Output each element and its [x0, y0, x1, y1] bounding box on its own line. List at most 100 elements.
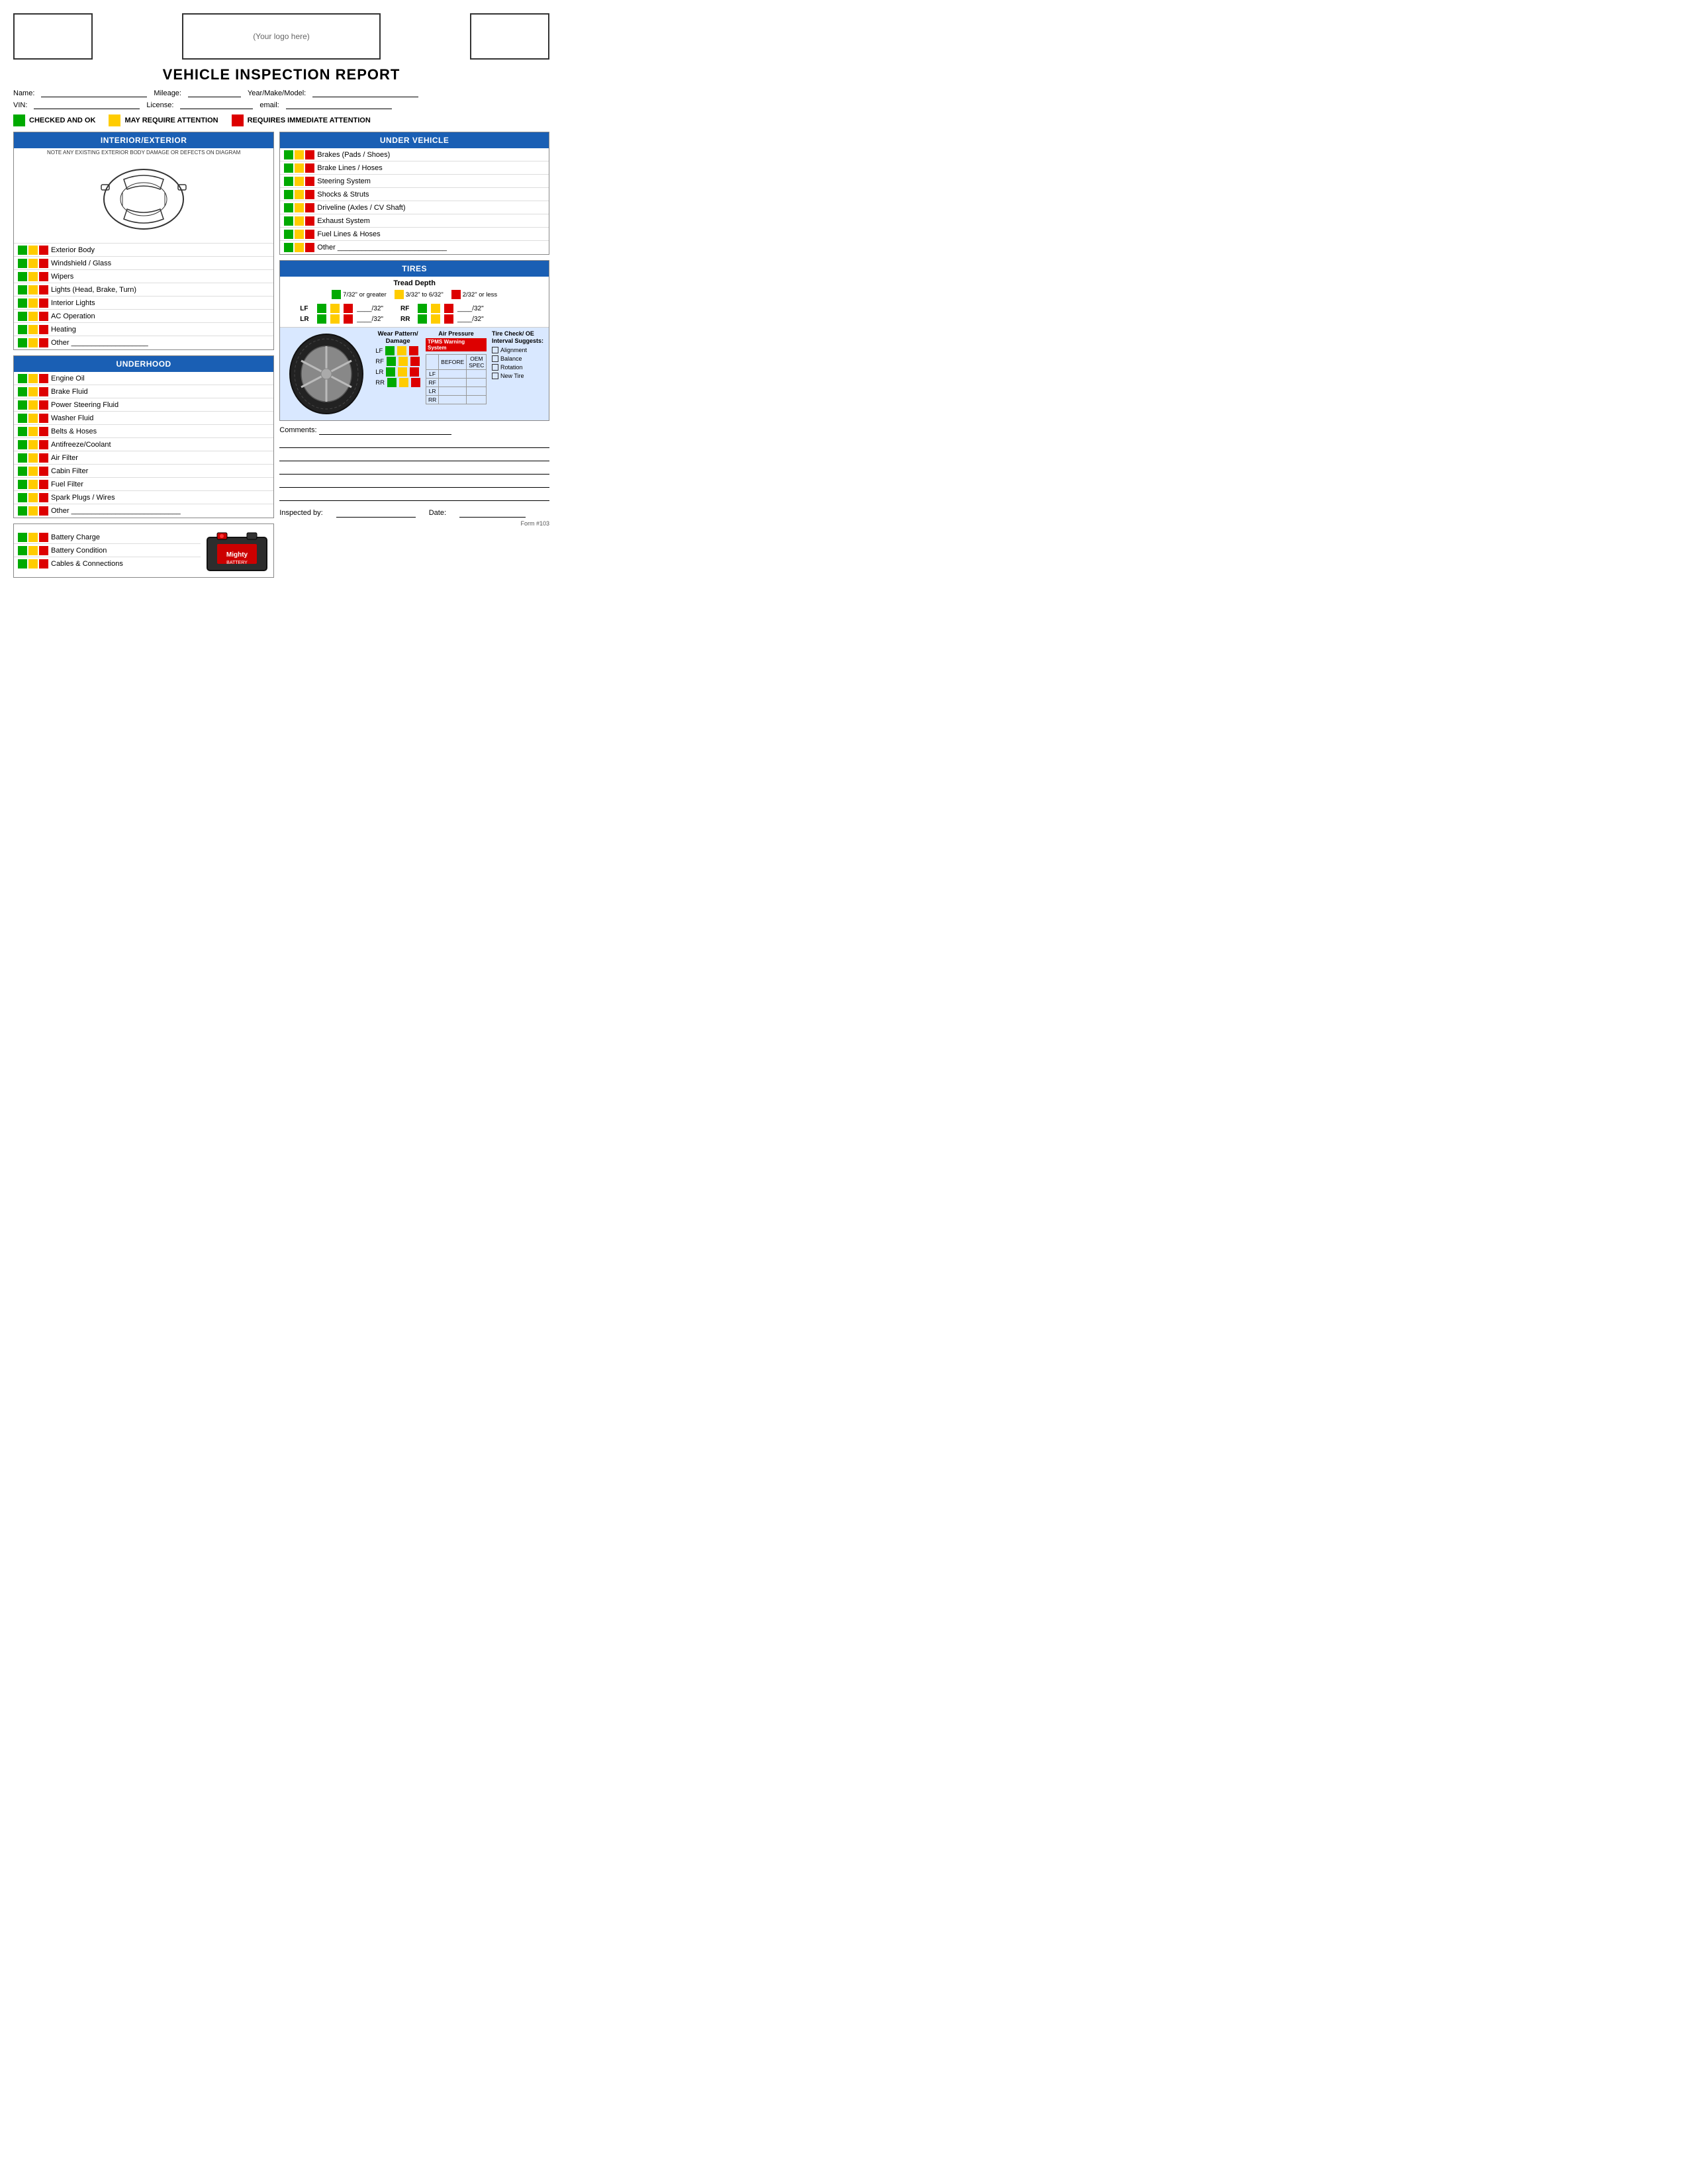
alignment-check: Alignment: [492, 347, 546, 353]
comment-line-5[interactable]: [279, 493, 549, 501]
right-column: UNDER VEHICLE Brakes (Pads / Shoes)Brake…: [279, 132, 549, 578]
rf-yellow[interactable]: [431, 304, 440, 313]
legend-requires-immediate-label: REQUIRES IMMEDIATE ATTENTION: [248, 116, 371, 124]
lr-green[interactable]: [317, 314, 326, 324]
interior-exterior-header: INTERIOR/EXTERIOR: [14, 132, 273, 148]
list-item: Other ___________________: [14, 336, 273, 349]
comment-line-4[interactable]: [279, 480, 549, 488]
wear-lf-green[interactable]: [385, 346, 395, 355]
lf-red[interactable]: [344, 304, 353, 313]
tires-section: TIRES Tread Depth 7/32" or greater 3/32"…: [279, 260, 549, 421]
mileage-field[interactable]: [188, 89, 241, 97]
wear-rf-red[interactable]: [410, 357, 420, 366]
air-lf-oem[interactable]: [467, 370, 487, 379]
wear-lr-red[interactable]: [410, 367, 419, 377]
rf-slash: ____/32": [457, 305, 484, 312]
rf-green[interactable]: [418, 304, 427, 313]
inspected-by-field[interactable]: [336, 509, 416, 518]
battery-checks: Battery ChargeBattery ConditionCables & …: [14, 531, 201, 570]
rr-red[interactable]: [444, 314, 453, 324]
comment-line-1[interactable]: [279, 440, 549, 448]
new-tire-checkbox[interactable]: [492, 373, 498, 379]
battery-section: Battery ChargeBattery ConditionCables & …: [13, 523, 274, 578]
wear-lf-red[interactable]: [409, 346, 418, 355]
balance-check: Balance: [492, 355, 546, 362]
list-item: Interior Lights: [14, 296, 273, 310]
list-item: Belts & Hoses: [14, 425, 273, 438]
year-make-model-label: Year/Make/Model:: [248, 89, 306, 97]
legend-checked-ok-label: CHECKED AND OK: [29, 116, 95, 124]
legend-may-require-label: MAY REQUIRE ATTENTION: [124, 116, 218, 124]
wear-rr-yellow[interactable]: [399, 378, 408, 387]
tire-wear-rf-label: RF: [375, 358, 384, 365]
main-content: INTERIOR/EXTERIOR NOTE ANY EXISTING EXTE…: [13, 132, 549, 578]
battery-svg: Mighty BATTERY: [204, 527, 270, 574]
name-field[interactable]: [41, 89, 147, 97]
interior-exterior-items: Exterior BodyWindshield / GlassWipersLig…: [14, 244, 273, 349]
license-field[interactable]: [180, 101, 253, 109]
wear-lr-green[interactable]: [386, 367, 395, 377]
comment-line-3[interactable]: [279, 467, 549, 475]
alignment-checkbox[interactable]: [492, 347, 498, 353]
comments-label: Comments:: [279, 426, 316, 434]
comments-field-1[interactable]: [319, 426, 451, 435]
tire-wear-col: Wear Pattern/ Damage LF RF LR: [373, 328, 423, 420]
underhood-section: UNDERHOOD Engine OilBrake FluidPower Ste…: [13, 355, 274, 518]
wear-lr-yellow[interactable]: [398, 367, 407, 377]
air-before-label: BEFORE: [439, 355, 467, 370]
tpms-warning-row: TPMS Warning System: [426, 338, 487, 351]
rr-yellow[interactable]: [431, 314, 440, 324]
wear-lf-yellow[interactable]: [397, 346, 406, 355]
wear-rr-green[interactable]: [387, 378, 397, 387]
form-number: Form #103: [279, 520, 549, 527]
form-line-1: Name: Mileage: Year/Make/Model:: [13, 89, 549, 97]
vin-field[interactable]: [34, 101, 140, 109]
svg-text:BATTERY: BATTERY: [226, 561, 248, 565]
air-rr-before[interactable]: [439, 396, 467, 404]
legend-requires-immediate: REQUIRES IMMEDIATE ATTENTION: [232, 114, 371, 126]
lf-green[interactable]: [317, 304, 326, 313]
rf-label: RF: [400, 305, 414, 312]
tread-legend: 7/32" or greater 3/32" to 6/32" 2/32" or…: [280, 289, 549, 300]
wear-rr-red[interactable]: [411, 378, 420, 387]
tread-red-label: 2/32" or less: [463, 291, 497, 298]
air-lr-before[interactable]: [439, 387, 467, 396]
list-item: Power Steering Fluid: [14, 398, 273, 412]
list-item: Brake Fluid: [14, 385, 273, 398]
wear-rf-green[interactable]: [387, 357, 396, 366]
air-lf-before[interactable]: [439, 370, 467, 379]
tpms-warning: TPMS Warning System: [426, 338, 487, 351]
lr-red[interactable]: [344, 314, 353, 324]
logo-box-center: (Your logo here): [182, 13, 381, 60]
air-rf-before[interactable]: [439, 379, 467, 387]
tread-yellow-item: 3/32" to 6/32": [395, 290, 444, 299]
list-item: Windshield / Glass: [14, 257, 273, 270]
comment-line-2[interactable]: [279, 453, 549, 461]
list-item: Battery Condition: [14, 544, 201, 557]
air-lr-oem[interactable]: [467, 387, 487, 396]
battery-inner: Battery ChargeBattery ConditionCables & …: [14, 524, 273, 577]
under-vehicle-section: UNDER VEHICLE Brakes (Pads / Shoes)Brake…: [279, 132, 549, 255]
tire-image-col: [280, 328, 373, 420]
date-field[interactable]: [459, 509, 526, 518]
email-field[interactable]: [286, 101, 392, 109]
tire-check-col: Tire Check/ OE Interval Suggests: Alignm…: [489, 328, 549, 420]
list-item: Cables & Connections: [14, 557, 201, 570]
rr-green[interactable]: [418, 314, 427, 324]
year-make-model-field[interactable]: [312, 89, 418, 97]
rotation-checkbox[interactable]: [492, 364, 498, 371]
rf-red[interactable]: [444, 304, 453, 313]
car-diagram: [14, 157, 273, 244]
red-square: [232, 114, 244, 126]
air-pressure-table: BEFORE OEM SPEC LF RF: [426, 354, 487, 404]
balance-checkbox[interactable]: [492, 355, 498, 362]
air-rr-oem[interactable]: [467, 396, 487, 404]
list-item: Air Filter: [14, 451, 273, 465]
tires-header: TIRES: [280, 261, 549, 277]
air-rf-oem[interactable]: [467, 379, 487, 387]
wear-rf-yellow[interactable]: [399, 357, 408, 366]
air-header-blank: [426, 355, 439, 370]
lf-yellow[interactable]: [330, 304, 340, 313]
air-oem-label: OEM SPEC: [467, 355, 487, 370]
lr-yellow[interactable]: [330, 314, 340, 324]
